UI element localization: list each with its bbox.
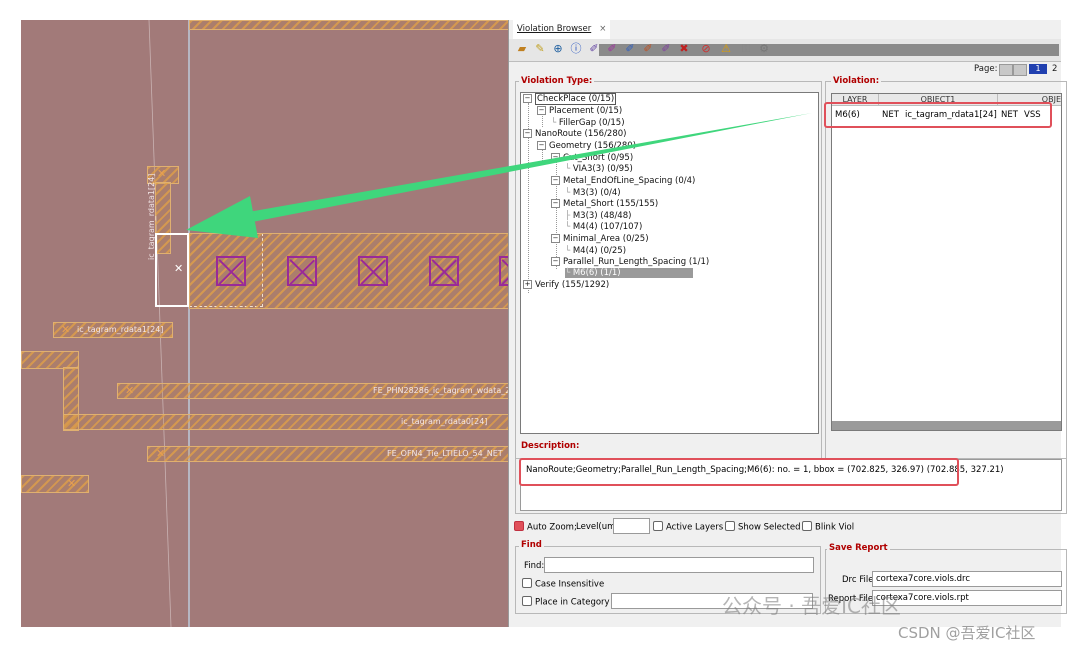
wdata-label: FE_PHN28286_ic_tagram_wdata_24 bbox=[373, 386, 508, 395]
level-input[interactable] bbox=[613, 518, 650, 534]
violation-type-title: Violation Type: bbox=[519, 76, 595, 86]
tab-close-icon[interactable]: × bbox=[599, 24, 606, 34]
active-layers-checkbox[interactable]: Active Layers bbox=[653, 521, 723, 533]
via-icon bbox=[287, 256, 317, 286]
page-prev-button[interactable] bbox=[999, 64, 1013, 76]
via-cross-icon: ✕ bbox=[157, 167, 167, 180]
zoom-icon[interactable]: ⊕ bbox=[551, 42, 565, 56]
open-folder-icon[interactable]: ▰ bbox=[515, 42, 529, 56]
page-label: Page: bbox=[974, 64, 998, 74]
violation-table[interactable]: LAYER OBJECT1 OBJE M6(6) NET ic_tagram_r… bbox=[831, 93, 1062, 431]
tool-icon-2[interactable]: ✐ bbox=[605, 42, 619, 56]
checkbox-checked-icon bbox=[514, 521, 524, 531]
drc-file-input[interactable]: cortexa7core.viols.drc bbox=[872, 571, 1062, 587]
case-insensitive-checkbox[interactable]: Case Insensitive bbox=[522, 578, 604, 590]
tool-icon-4[interactable]: ✐ bbox=[641, 42, 655, 56]
page-next[interactable]: 2 bbox=[1052, 64, 1057, 74]
via-cross-icon: ✕ bbox=[61, 323, 71, 336]
violation-type-tree[interactable]: − CheckPlace (0/15) − Placement (0/15) └ F… bbox=[520, 92, 819, 434]
via-icon bbox=[216, 256, 246, 286]
tree-item-m6-selected[interactable]: └ M6(6) (1/1) bbox=[565, 268, 693, 278]
find-input[interactable] bbox=[544, 557, 814, 573]
csdn-watermark: CSDN @吾爱IC社区 bbox=[898, 624, 1036, 642]
tree-item-cut-short[interactable]: − Cut_Short (0/95) bbox=[551, 153, 633, 163]
tree-item-parallel-run[interactable]: − Parallel_Run_Length_Spacing (1/1) bbox=[551, 257, 709, 267]
tool-icon[interactable]: ✐ bbox=[587, 42, 601, 56]
rdata1-label: ic_tagram_rdata1[24] bbox=[77, 325, 164, 334]
tree-item-nanoroute[interactable]: − NanoRoute (156/280) bbox=[523, 129, 626, 139]
tree-item-m3-eol[interactable]: └ M3(3) (0/4) bbox=[565, 188, 621, 198]
tree-item-metal-eol-spacing[interactable]: − Metal_EndOfLine_Spacing (0/4) bbox=[551, 176, 695, 186]
tree-item-m4-short[interactable]: └ M4(4) (107/107) bbox=[565, 222, 642, 232]
tielo-label: FE_OFN4_Tie_LTIELO_54_NET bbox=[387, 449, 503, 458]
tool-icon-3[interactable]: ✐ bbox=[623, 42, 637, 56]
find-title: Find bbox=[519, 540, 544, 550]
place-in-category-checkbox[interactable]: Place in Category bbox=[522, 596, 610, 608]
tree-item-verify[interactable]: + Verify (155/1292) bbox=[523, 280, 609, 290]
tree-item-metal-short[interactable]: − Metal_Short (155/155) bbox=[551, 199, 658, 209]
description-highlight bbox=[519, 458, 959, 486]
violation-row-highlight bbox=[824, 102, 1052, 128]
info-icon[interactable]: ⓘ bbox=[569, 42, 583, 56]
table-horizontal-scrollbar[interactable] bbox=[832, 421, 1061, 430]
tab-violation-browser[interactable]: Violation Browser × bbox=[513, 20, 611, 39]
tab-label: Violation Browser bbox=[517, 24, 592, 34]
gear-icon[interactable]: ⚙ bbox=[757, 42, 771, 56]
via-icon bbox=[499, 256, 508, 286]
find-label: Find: bbox=[524, 561, 545, 571]
toolbar: ▰ ✎ ⊕ ⓘ ✐ ✐ ✐ ✐ ✐ ✖ ⊘ ⚠ ⚿ ⚙ bbox=[509, 39, 1061, 62]
via-cross-icon: ✕ bbox=[156, 447, 166, 460]
tool-icon-5[interactable]: ✐ bbox=[659, 42, 673, 56]
drc-file-value: cortexa7core.viols.drc bbox=[876, 574, 971, 584]
via-cross-icon: ✕ bbox=[67, 477, 77, 490]
metal-top-strip bbox=[189, 20, 508, 30]
tree-item-fillergap[interactable]: └ FillerGap (0/15) bbox=[551, 118, 625, 128]
tree-item-via3[interactable]: └ VIA3(3) (0/95) bbox=[565, 164, 633, 174]
tree-item-minimal-area[interactable]: − Minimal_Area (0/25) bbox=[551, 234, 649, 244]
via-icon bbox=[429, 256, 459, 286]
layout-canvas[interactable]: ✕ ic_tagram_rdata1[24] ✕ ✕ ic_tagram_rda… bbox=[21, 20, 508, 627]
warning-icon[interactable]: ⚠ bbox=[719, 42, 733, 56]
selected-object-box[interactable] bbox=[155, 233, 189, 307]
via-icon bbox=[358, 256, 388, 286]
page-back-button[interactable] bbox=[1013, 64, 1027, 76]
tree-item-geometry[interactable]: − Geometry (156/280) bbox=[537, 141, 636, 151]
save-report-title: Save Report bbox=[827, 543, 890, 553]
tree-item-checkplace[interactable]: − CheckPlace (0/15) bbox=[523, 93, 617, 105]
blink-viol-checkbox[interactable]: Blink Viol bbox=[802, 521, 854, 533]
violation-title: Violation: bbox=[831, 76, 882, 86]
key-icon[interactable]: ⚿ bbox=[739, 42, 753, 56]
tree-item-m4-area[interactable]: └ M4(4) (0/25) bbox=[565, 246, 626, 256]
selected-cross-icon: ✕ bbox=[174, 262, 184, 275]
via-cross-icon: ✕ bbox=[125, 384, 135, 397]
stop-icon[interactable]: ⊘ bbox=[699, 42, 713, 56]
rdata0-label: ic_tagram_rdata0[24] bbox=[401, 417, 488, 426]
auto-zoom-checkbox[interactable]: Auto Zoom; bbox=[514, 521, 577, 533]
show-selected-checkbox[interactable]: Show Selected bbox=[725, 521, 800, 533]
metal-bottom-strip bbox=[21, 475, 89, 493]
page-current[interactable]: 1 bbox=[1029, 64, 1047, 74]
tree-item-m3-short[interactable]: ├ M3(3) (48/48) bbox=[565, 211, 631, 221]
watermark-logo-text: 公众号 · 吾爱IC社区 bbox=[722, 594, 901, 618]
highlight-icon[interactable]: ✎ bbox=[533, 42, 547, 56]
layout-vertical-wire bbox=[188, 20, 190, 627]
delete-icon[interactable]: ✖ bbox=[677, 42, 691, 56]
tree-item-placement[interactable]: − Placement (0/15) bbox=[537, 106, 622, 116]
description-title: Description: bbox=[519, 441, 582, 451]
